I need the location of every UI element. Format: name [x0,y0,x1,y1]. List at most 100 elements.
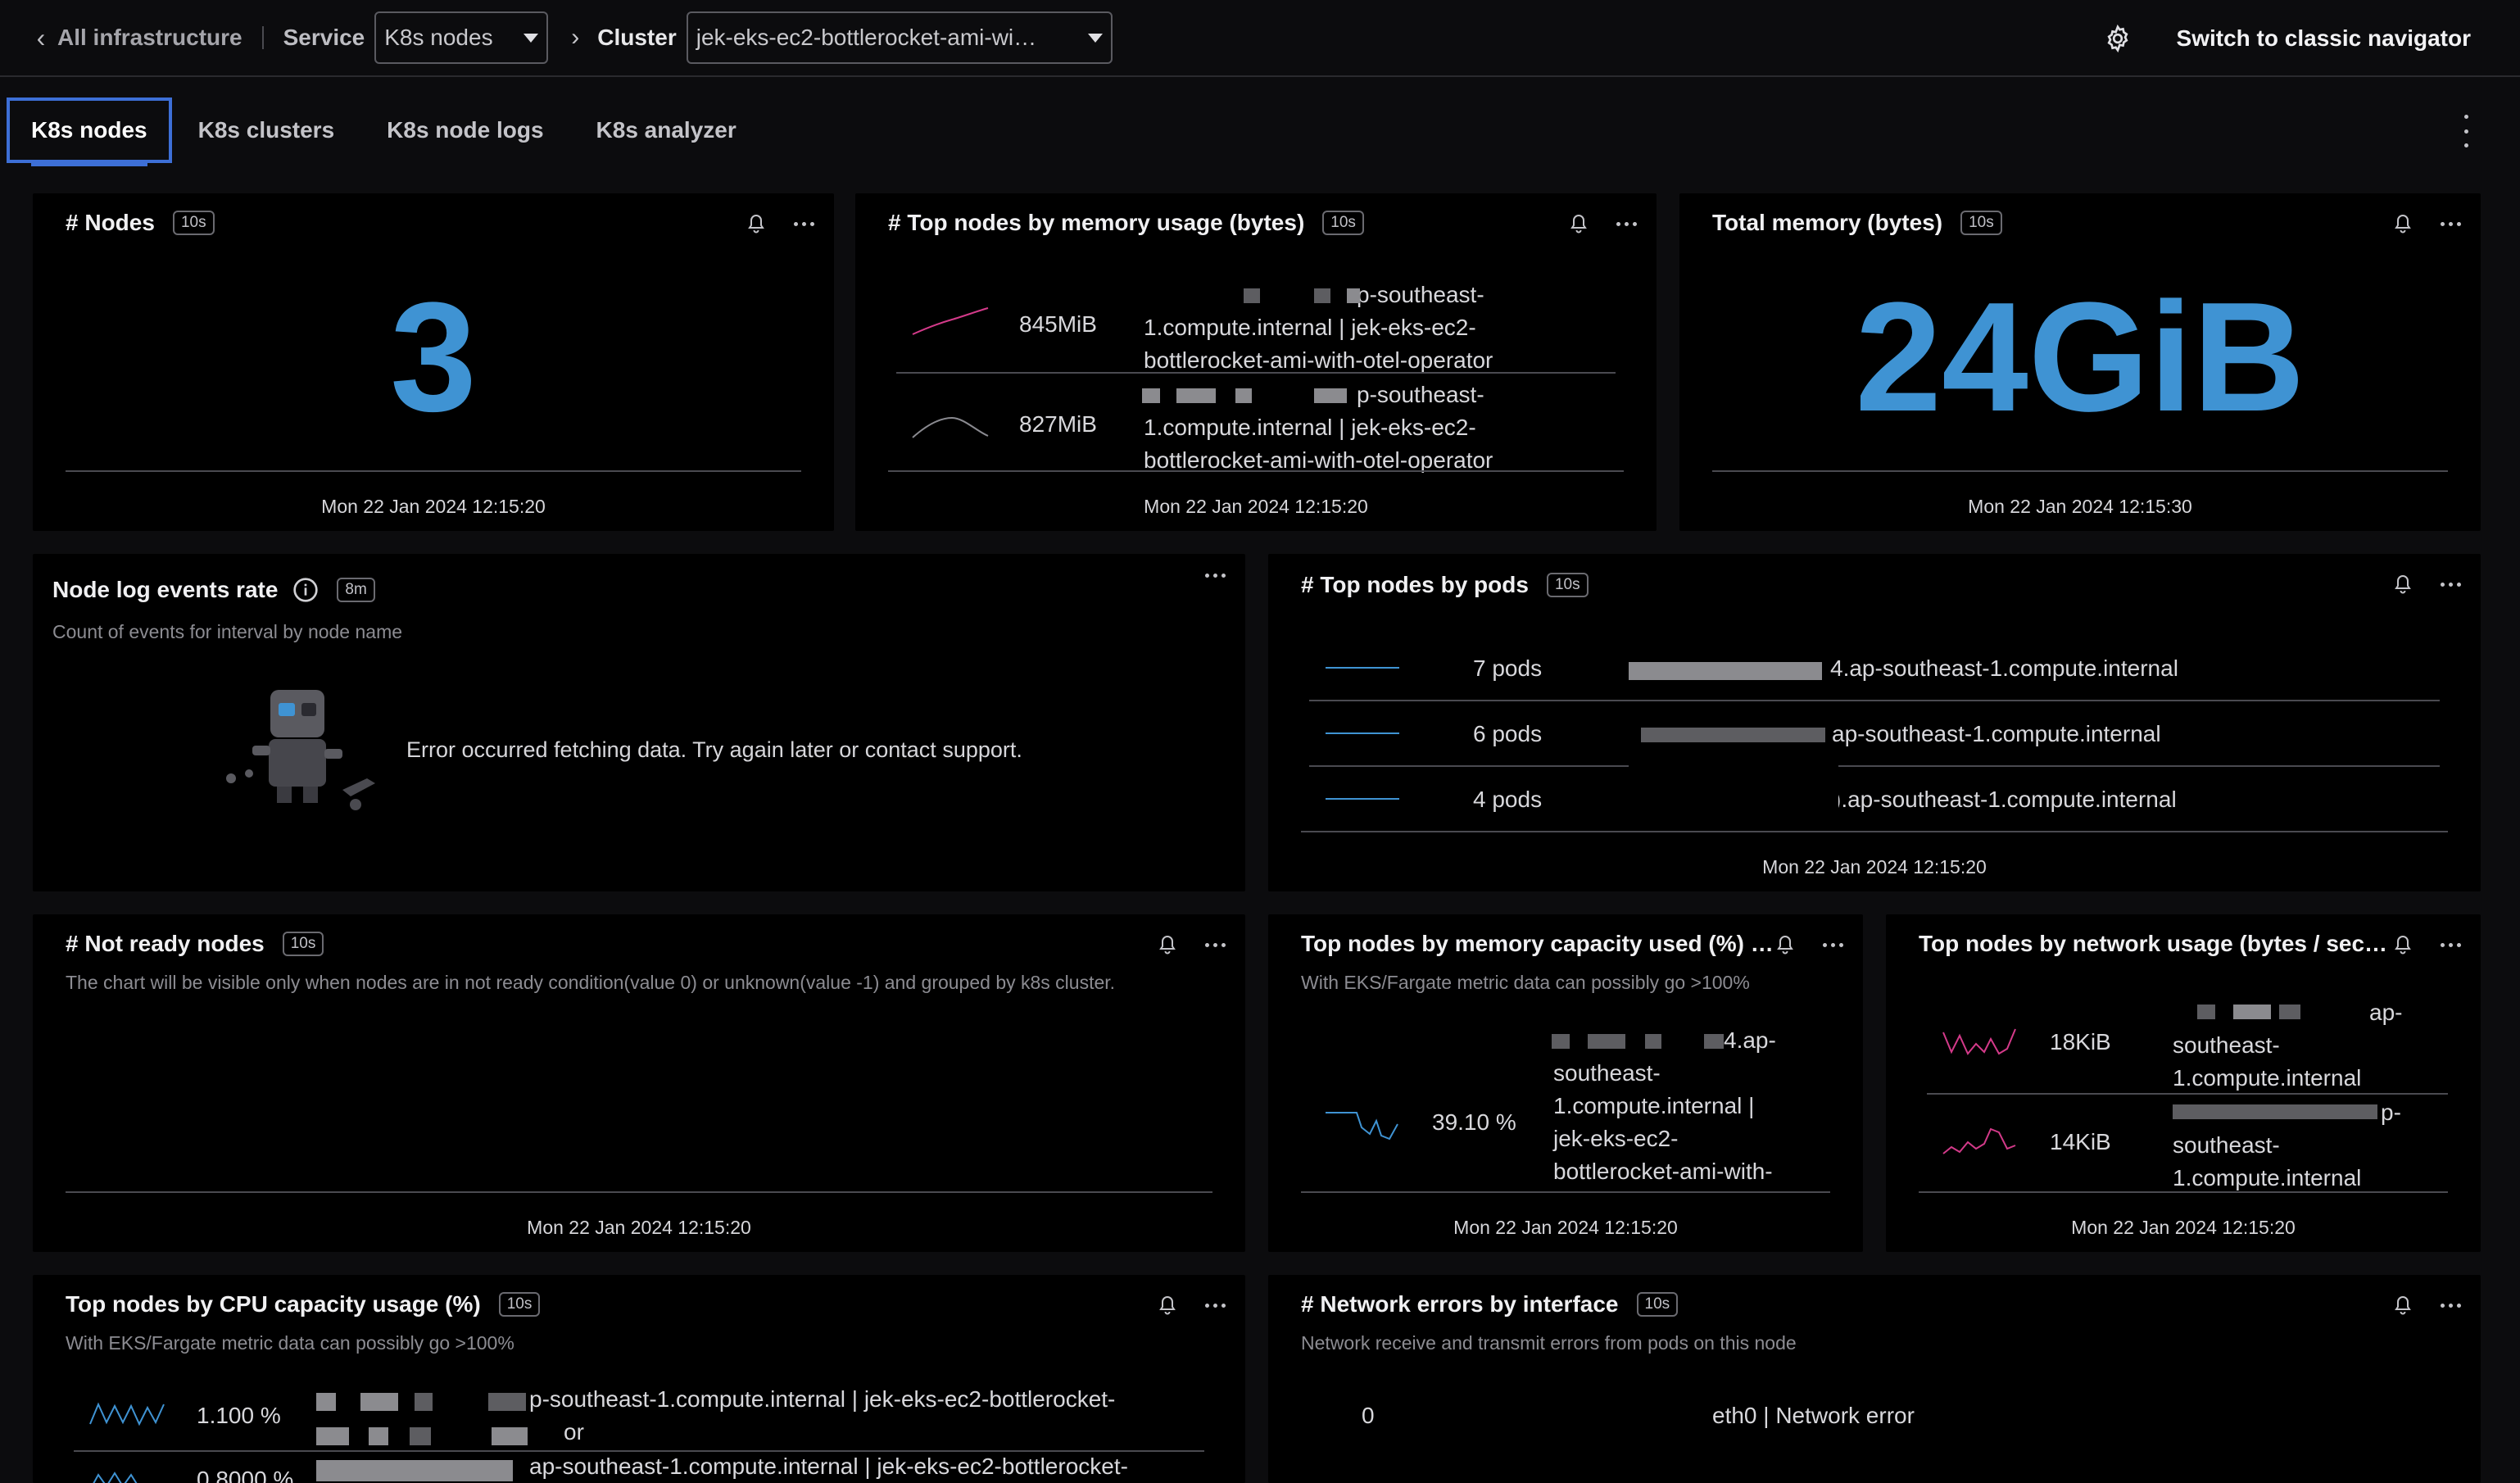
all-infrastructure-link[interactable]: All infrastructure [57,25,242,51]
panel-title: # Not ready nodes 10s [66,931,324,957]
panel-node-log-events: Node log events rate 8m Count of events … [33,554,1245,891]
tab-bar: K8s nodes K8s clusters K8s node logs K8s… [7,95,763,166]
panel-not-ready-nodes: # Not ready nodes 10s The chart will be v… [33,914,1245,1252]
node-name: 4.ap-southeast-1.compute.internal [1830,655,2178,681]
redaction [369,1427,388,1445]
network-value: 18KiB [2050,1029,2111,1054]
redaction [1588,1034,1625,1049]
bell-icon[interactable] [1775,934,1795,955]
bell-icon[interactable] [1158,1295,1177,1316]
more-icon[interactable] [1823,942,1843,947]
more-icon[interactable] [1205,942,1226,947]
redaction [1552,1034,1570,1049]
info-icon[interactable] [292,577,319,603]
service-select[interactable]: K8s nodes [374,11,549,64]
node-name-line: 1.compute.internal [2173,1065,2362,1091]
panel-title-text: # Top nodes by memory usage (bytes) [888,210,1305,235]
tab-k8s-nodes[interactable]: K8s nodes [7,98,172,166]
cpu-value: 0.8000 % [197,1467,294,1483]
tab-k8s-node-logs[interactable]: K8s node logs [360,98,569,163]
timestamp: Mon 22 Jan 2024 12:15:20 [321,496,546,517]
memory-value: 827MiB [1019,411,1097,437]
bell-icon[interactable] [2393,574,2413,595]
more-icon[interactable] [794,221,814,226]
bell-icon[interactable] [2393,934,2413,955]
more-icon[interactable] [1205,574,1226,578]
divider [888,470,1624,472]
node-name-line: 1.compute.internal | jek-eks-ec2- [1144,315,1476,340]
redaction [1314,288,1330,303]
divider [1301,1191,1830,1193]
refresh-badge: 10s [1960,211,2002,235]
more-icon[interactable] [2441,221,2461,226]
sparkline [912,307,989,335]
divider [1927,1093,2448,1095]
node-name-line: 1.compute.internal | jek-eks-ec2- [1144,415,1476,440]
redaction [1704,1034,1724,1049]
panel-title-text: Node log events rate [52,577,279,602]
bell-icon[interactable] [746,213,766,234]
back-chevron-icon[interactable]: ‹ [25,21,57,54]
service-label: Service [283,25,365,50]
panel-title: # Network errors by interface 10s [1301,1291,1679,1317]
panel-subtitle: The chart will be visible only when node… [66,972,1116,993]
refresh-badge: 10s [1322,211,1364,235]
refresh-badge: 10s [1636,1292,1679,1317]
more-icon[interactable] [2441,1303,2461,1308]
nav-right: Switch to classic navigator [2100,0,2471,77]
refresh-badge: 10s [1546,573,1589,597]
panel-title: # Top nodes by pods 10s [1301,572,1589,598]
cluster-select[interactable]: jek-eks-ec2-bottlerocket-ami-wi… [686,11,1113,64]
tab-k8s-clusters[interactable]: K8s clusters [172,98,361,163]
refresh-badge: 10s [172,211,215,235]
error-message: Error occurred fetching data. Try again … [406,737,1022,762]
node-name-line: bottlerocket-ami-with-otel-operator [1144,447,1493,473]
panel-actions [1569,213,1637,234]
more-icon[interactable] [1616,221,1637,226]
panel-memory-capacity: Top nodes by memory capacity used (%) … … [1268,914,1863,1252]
app-root: ‹ All infrastructure Service K8s nodes ›… [0,0,2520,1483]
redaction [1629,662,1822,680]
bell-icon[interactable] [1158,934,1177,955]
more-icon[interactable] [2441,942,2461,947]
panel-title: Total memory (bytes) 10s [1712,210,2002,236]
divider [261,26,264,49]
redaction [1176,388,1216,403]
node-name-line: jek-eks-ec2- [1553,1126,1679,1151]
panel-actions [1158,934,1226,955]
redaction [2279,1005,2300,1019]
tab-k8s-analyzer[interactable]: K8s analyzer [570,98,763,163]
more-options-icon[interactable] [2458,115,2474,147]
timestamp: Mon 22 Jan 2024 12:15:20 [1453,1217,1678,1238]
panel-title: Top nodes by memory capacity used (%) … [1301,931,1774,956]
node-name-line: bottlerocket-ami-with- [1553,1159,1773,1184]
node-name-line: southeast- [2173,1032,2280,1058]
bell-icon[interactable] [2393,1295,2413,1316]
redaction [415,1393,433,1411]
cluster-select-value: jek-eks-ec2-bottlerocket-ami-wi… [696,25,1037,50]
panel-title: # Top nodes by memory usage (bytes) 10s [888,210,1364,236]
network-value: 14KiB [2050,1129,2111,1154]
top-navigation: ‹ All infrastructure Service K8s nodes ›… [0,0,2520,77]
pods-value: 4 pods [1473,787,1543,812]
panel-actions [2393,574,2461,595]
divider [1309,700,2440,701]
sparkline [1942,1028,2016,1055]
panel-cpu-capacity: Top nodes by CPU capacity usage (%) 10s W… [33,1275,1245,1483]
memory-value: 845MiB [1019,311,1097,337]
panel-actions [1205,574,1226,578]
network-errors-value: 0 [1362,1403,1375,1428]
switch-classic-navigator-link[interactable]: Switch to classic navigator [2177,25,2471,52]
redaction [1314,388,1347,403]
more-icon[interactable] [1205,1303,1226,1308]
panel-title-text: # Network errors by interface [1301,1291,1619,1317]
divider [66,470,801,472]
sparkline [1326,1112,1398,1141]
redaction [2233,1005,2271,1019]
panel-actions [1158,1295,1226,1316]
gear-icon[interactable] [2100,20,2136,57]
more-icon[interactable] [2441,582,2461,587]
bell-icon[interactable] [2393,213,2413,234]
panel-title-text: # Not ready nodes [66,931,265,956]
bell-icon[interactable] [1569,213,1589,234]
